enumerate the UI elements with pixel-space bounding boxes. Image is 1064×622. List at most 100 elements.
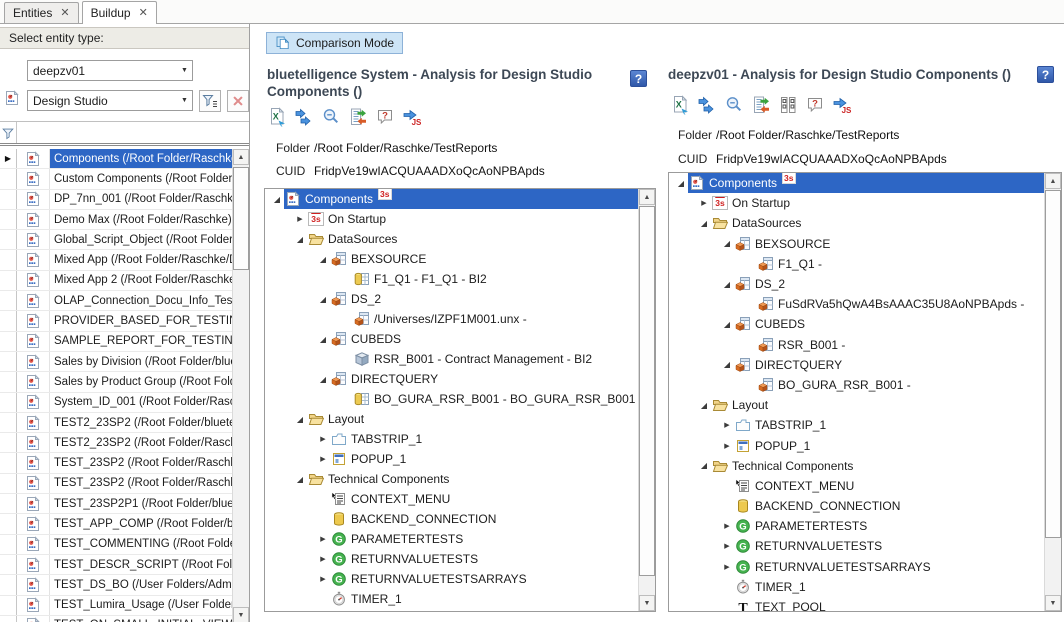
tree-row[interactable]: ◢CUBEDS — [265, 329, 638, 349]
tree-row[interactable]: TIMER_1 — [669, 577, 1044, 597]
tree-row[interactable]: ◢DataSources — [265, 229, 638, 249]
entity-row[interactable]: TEST2_23SP2 (/Root Folder/bluetellig — [0, 413, 249, 433]
collapse-icon[interactable]: ◢ — [697, 219, 711, 228]
tree-row[interactable]: ▶3sOn Startup — [669, 193, 1044, 213]
question-bubble-icon[interactable]: ? — [375, 107, 395, 127]
zoom-out-icon[interactable] — [321, 107, 341, 127]
entity-row[interactable]: Sales by Product Group (/Root Folder — [0, 372, 249, 392]
forward-arrows-icon[interactable] — [294, 107, 314, 127]
collapse-icon[interactable]: ◢ — [720, 239, 734, 248]
tree-row[interactable]: BO_GURA_RSR_B001 - BO_GURA_RSR_B001 - BI… — [265, 389, 638, 409]
tree-row[interactable]: ▶GRETURNVALUETESTSARRAYS — [265, 569, 638, 589]
tree-row[interactable]: ▶GPARAMETERTESTS — [265, 529, 638, 549]
tab-entities[interactable]: Entities ✕ — [4, 2, 79, 23]
tree-row[interactable]: ▶TABSTRIP_1 — [265, 429, 638, 449]
js-export-icon[interactable]: JS — [832, 95, 852, 115]
collapse-icon[interactable]: ◢ — [293, 415, 307, 424]
entity-row[interactable]: TEST_23SP2 (/Root Folder/Raschke/D — [0, 453, 249, 473]
entity-row[interactable]: SAMPLE_REPORT_FOR_TESTING_M ( — [0, 332, 249, 352]
tree-row[interactable]: ◢Layout — [265, 409, 638, 429]
entity-row[interactable]: System_ID_001 (/Root Folder/Raschk — [0, 393, 249, 413]
tree-row[interactable]: ▶POPUP_1 — [669, 435, 1044, 455]
entity-row[interactable]: TEST_23SP2 (/Root Folder/Raschke/L — [0, 474, 249, 494]
tree-row[interactable]: ▶GRETURNVALUETESTS — [669, 536, 1044, 556]
expand-icon[interactable]: ▶ — [720, 542, 734, 550]
expand-icon[interactable]: ▶ — [316, 435, 330, 443]
system-dropdown[interactable]: deepzv01 ▼ — [27, 60, 193, 81]
entity-list-scrollbar[interactable]: ▲ ▼ — [232, 149, 249, 622]
entity-row[interactable]: Mixed App 2 (/Root Folder/Raschke/D — [0, 271, 249, 291]
tree-row[interactable]: ◢Layout — [669, 395, 1044, 415]
tab-buildup[interactable]: Buildup ✕ — [82, 1, 157, 24]
expand-icon[interactable]: ▶ — [316, 575, 330, 583]
scroll-up-icon[interactable]: ▲ — [1045, 173, 1061, 189]
tree-row[interactable]: ◢DIRECTQUERY — [265, 369, 638, 389]
tree-row[interactable]: CONTEXT_MENU — [265, 489, 638, 509]
entity-row[interactable]: OLAP_Connection_Docu_Info_Test (/ — [0, 291, 249, 311]
close-icon[interactable]: ✕ — [139, 8, 148, 19]
funnel-icon[interactable] — [0, 122, 17, 143]
tree-row[interactable]: BACKEND_CONNECTION — [265, 509, 638, 529]
collapse-icon[interactable]: ◢ — [316, 255, 330, 264]
entity-row[interactable]: DP_7nn_001 (/Root Folder/Raschke/T — [0, 190, 249, 210]
collapse-icon[interactable]: ◢ — [293, 235, 307, 244]
tree-row[interactable]: ◢BEXSOURCE — [669, 234, 1044, 254]
scrollbar-thumb[interactable] — [639, 206, 655, 576]
tree-row[interactable]: ◢Technical Components — [669, 456, 1044, 476]
left-tree-scrollbar[interactable]: ▲ ▼ — [638, 189, 655, 611]
tree-row[interactable]: ◢DS_2 — [669, 274, 1044, 294]
scroll-up-icon[interactable]: ▲ — [639, 189, 655, 205]
forward-arrows-icon[interactable] — [697, 95, 717, 115]
entity-type-dropdown[interactable]: Design Studio ▼ — [27, 90, 193, 111]
tree-row[interactable]: ◢Components3s — [669, 173, 1044, 193]
tree-row[interactable]: RSR_B001 - Contract Management - BI2 — [265, 349, 638, 369]
collapse-icon[interactable]: ◢ — [720, 280, 734, 289]
tree-row[interactable]: ◢DS_2 — [265, 289, 638, 309]
entity-row[interactable]: PROVIDER_BASED_FOR_TESTING (/R — [0, 311, 249, 331]
tree-row[interactable]: ▶3sOn Startup — [265, 209, 638, 229]
scroll-down-icon[interactable]: ▼ — [639, 595, 655, 611]
entity-row[interactable]: Demo Max (/Root Folder/Raschke) — [0, 210, 249, 230]
close-icon[interactable]: ✕ — [60, 8, 69, 19]
scroll-up-icon[interactable]: ▲ — [233, 149, 249, 165]
entity-row[interactable]: TEST2_23SP2 (/Root Folder/Raschke, — [0, 433, 249, 453]
question-bubble-icon[interactable]: ? — [805, 95, 825, 115]
tree-row[interactable]: BACKEND_CONNECTION — [669, 496, 1044, 516]
collapse-icon[interactable]: ◢ — [316, 375, 330, 384]
entity-row[interactable]: TEST_COMMENTING (/Root Folder/bl — [0, 535, 249, 555]
expand-icon[interactable]: ▶ — [720, 522, 734, 530]
tree-row[interactable]: ▶GRETURNVALUETESTS — [265, 549, 638, 569]
tree-row[interactable]: F1_Q1 - — [669, 254, 1044, 274]
expand-icon[interactable]: ▶ — [316, 555, 330, 563]
collapse-icon[interactable]: ◢ — [720, 360, 734, 369]
tree-row[interactable]: ▶POPUP_1 — [265, 449, 638, 469]
collapse-icon[interactable]: ◢ — [697, 401, 711, 410]
entity-row[interactable]: Sales by Division (/Root Folder/bluete — [0, 352, 249, 372]
entity-row[interactable]: TEST_DS_BO (/User Folders/Administ — [0, 575, 249, 595]
doc-sync-icon[interactable] — [348, 107, 368, 127]
help-icon[interactable]: ? — [630, 70, 647, 87]
excel-export-icon[interactable]: X — [670, 95, 690, 115]
tree-row[interactable]: ◢Technical Components — [265, 469, 638, 489]
expand-icon[interactable]: ▶ — [293, 215, 307, 223]
entity-row[interactable]: ▶Components (/Root Folder/Raschke/T — [0, 149, 249, 169]
entity-row[interactable]: Mixed App (/Root Folder/Raschke/De — [0, 250, 249, 270]
tree-row[interactable]: ◢Components3s — [265, 189, 638, 209]
collapse-icon[interactable]: ◢ — [697, 461, 711, 470]
comparison-mode-button[interactable]: Comparison Mode — [266, 32, 403, 54]
tree-row[interactable]: ◢DIRECTQUERY — [669, 355, 1044, 375]
compare-grid-icon[interactable] — [778, 95, 798, 115]
tree-row[interactable]: TTEXT_POOL — [669, 597, 1044, 612]
collapse-icon[interactable]: ◢ — [720, 320, 734, 329]
tree-row[interactable]: TIMER_1 — [265, 589, 638, 609]
entity-row[interactable]: TEST_ON_SMALL_INITIAL_VIEW (/Ro — [0, 616, 249, 622]
expand-icon[interactable]: ▶ — [316, 455, 330, 463]
tree-row[interactable]: ▶TABSTRIP_1 — [669, 415, 1044, 435]
right-tree-scrollbar[interactable]: ▲ ▼ — [1044, 173, 1061, 611]
clear-filter-button[interactable] — [227, 90, 249, 112]
entity-row[interactable]: TEST_DESCR_SCRIPT (/Root Folder/R — [0, 555, 249, 575]
tree-row[interactable]: RSR_B001 - — [669, 335, 1044, 355]
entity-row[interactable]: TEST_APP_COMP (/Root Folder/bluet — [0, 514, 249, 534]
expand-icon[interactable]: ▶ — [720, 442, 734, 450]
tree-row[interactable]: /Universes/IZPF1M001.unx - — [265, 309, 638, 329]
